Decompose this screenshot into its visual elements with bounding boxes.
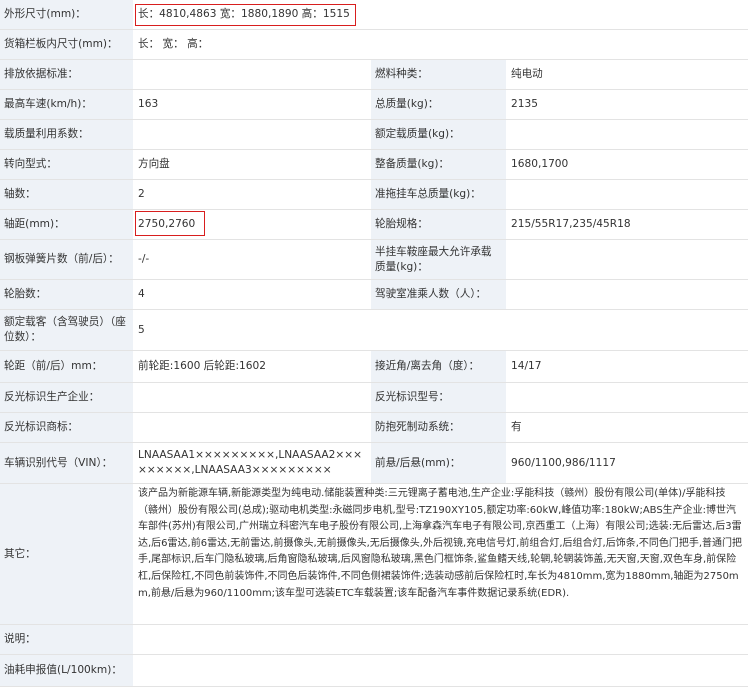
table-row: 其它： 该产品为新能源车辆,新能源类型为纯电动.储能装置种类:三元锂离子蓄电池,…	[0, 484, 748, 625]
vehicle-spec-table: 外形尺寸(mm)： 长：4810,4863 宽：1880,1890 高：1515…	[0, 0, 750, 687]
value-rated-load-mass	[506, 120, 748, 149]
table-row: 油耗申报值(L/100km)：	[0, 655, 748, 687]
table-row: 转向型式： 方向盘 整备质量(kg)： 1680,1700	[0, 150, 748, 180]
label-track-width: 轮距（前/后）mm：	[0, 351, 133, 382]
label-trailer-total-mass: 准拖挂车总质量(kg)：	[371, 180, 506, 209]
table-row: 货箱栏板内尺寸(mm)： 长： 宽： 高：	[0, 30, 748, 60]
label-front-rear-overhang: 前悬/后悬(mm)：	[371, 443, 506, 483]
value-tire-count: 4	[133, 280, 371, 309]
table-row: 轴数： 2 准拖挂车总质量(kg)：	[0, 180, 748, 210]
label-semitrailer-saddle-mass: 半挂车鞍座最大允许承载质量(kg)：	[371, 240, 506, 279]
label-other: 其它：	[0, 484, 133, 624]
table-row: 轮距（前/后）mm： 前轮距:1600 后轮距:1602 接近角/离去角（度）：…	[0, 351, 748, 383]
label-leaf-spring-count: 钢板弹簧片数（前/后）：	[0, 240, 133, 279]
label-axle-count: 轴数：	[0, 180, 133, 209]
label-remarks: 说明：	[0, 625, 133, 654]
value-fuel-type: 纯电动	[506, 60, 748, 89]
label-fuel-type: 燃料种类：	[371, 60, 506, 89]
value-track-width: 前轮距:1600 后轮距:1602	[133, 351, 371, 382]
label-tire-count: 轮胎数：	[0, 280, 133, 309]
value-leaf-spring-count: -/-	[133, 240, 371, 279]
value-reflector-model	[506, 383, 748, 412]
value-tire-spec: 215/55R17,235/45R18	[506, 210, 748, 239]
value-total-mass: 2135	[506, 90, 748, 119]
value-semitrailer-saddle-mass	[506, 240, 748, 279]
value-front-rear-overhang: 960/1100,986/1117	[506, 443, 748, 483]
table-row: 车辆识别代号（VIN）： LNAASAA1×××××××××,LNAASAA2×…	[0, 443, 748, 484]
label-fuel-consumption: 油耗申报值(L/100km)：	[0, 655, 133, 686]
label-rated-load-mass: 额定载质量(kg)：	[371, 120, 506, 149]
value-other: 该产品为新能源车辆,新能源类型为纯电动.储能装置种类:三元锂离子蓄电池,生产企业…	[133, 484, 748, 624]
table-row: 排放依据标准： 燃料种类： 纯电动	[0, 60, 748, 90]
value-rated-seats: 5	[133, 310, 748, 350]
value-cargo-box-dimensions: 长： 宽： 高：	[133, 30, 748, 59]
value-steering-type: 方向盘	[133, 150, 371, 179]
label-reflector-manufacturer: 反光标识生产企业：	[0, 383, 133, 412]
label-cargo-box-dimensions: 货箱栏板内尺寸(mm)：	[0, 30, 133, 59]
table-row: 反光标识商标： 防抱死制动系统： 有	[0, 413, 748, 443]
value-reflector-brand	[133, 413, 371, 442]
label-approach-departure-angle: 接近角/离去角（度）：	[371, 351, 506, 382]
highlight-box-dimensions	[135, 4, 356, 26]
label-rated-seats: 额定载客（含驾驶员）（座位数）：	[0, 310, 133, 350]
table-row: 轴距(mm)： 2750,2760 轮胎规格： 215/55R17,235/45…	[0, 210, 748, 240]
label-cab-passengers: 驾驶室准乘人数（人）：	[371, 280, 506, 309]
label-vin: 车辆识别代号（VIN）：	[0, 443, 133, 483]
value-trailer-total-mass	[506, 180, 748, 209]
value-approach-departure-angle: 14/17	[506, 351, 748, 382]
table-row: 额定载客（含驾驶员）（座位数）： 5	[0, 310, 748, 351]
value-abs: 有	[506, 413, 748, 442]
highlight-box-wheelbase	[135, 211, 205, 236]
value-load-utilization	[133, 120, 371, 149]
label-reflector-brand: 反光标识商标：	[0, 413, 133, 442]
table-row: 外形尺寸(mm)： 长：4810,4863 宽：1880,1890 高：1515	[0, 0, 748, 30]
value-max-speed: 163	[133, 90, 371, 119]
table-row: 说明：	[0, 625, 748, 655]
value-reflector-manufacturer	[133, 383, 371, 412]
value-fuel-consumption	[133, 655, 748, 686]
label-total-mass: 总质量(kg)：	[371, 90, 506, 119]
label-abs: 防抱死制动系统：	[371, 413, 506, 442]
label-load-utilization: 载质量利用系数：	[0, 120, 133, 149]
value-remarks	[133, 625, 748, 654]
value-emission-standard	[133, 60, 371, 89]
value-cab-passengers	[506, 280, 748, 309]
label-curb-mass: 整备质量(kg)：	[371, 150, 506, 179]
label-overall-dimensions: 外形尺寸(mm)：	[0, 0, 133, 29]
label-tire-spec: 轮胎规格：	[371, 210, 506, 239]
label-steering-type: 转向型式：	[0, 150, 133, 179]
value-axle-count: 2	[133, 180, 371, 209]
label-emission-standard: 排放依据标准：	[0, 60, 133, 89]
table-row: 轮胎数： 4 驾驶室准乘人数（人）：	[0, 280, 748, 310]
label-max-speed: 最高车速(km/h)：	[0, 90, 133, 119]
label-wheelbase: 轴距(mm)：	[0, 210, 133, 239]
label-reflector-model: 反光标识型号：	[371, 383, 506, 412]
table-row: 载质量利用系数： 额定载质量(kg)：	[0, 120, 748, 150]
table-row: 钢板弹簧片数（前/后）： -/- 半挂车鞍座最大允许承载质量(kg)：	[0, 240, 748, 280]
value-curb-mass: 1680,1700	[506, 150, 748, 179]
table-row: 反光标识生产企业： 反光标识型号：	[0, 383, 748, 413]
table-row: 最高车速(km/h)： 163 总质量(kg)： 2135	[0, 90, 748, 120]
value-vin: LNAASAA1×××××××××,LNAASAA2×××××××××,LNAA…	[133, 443, 371, 483]
